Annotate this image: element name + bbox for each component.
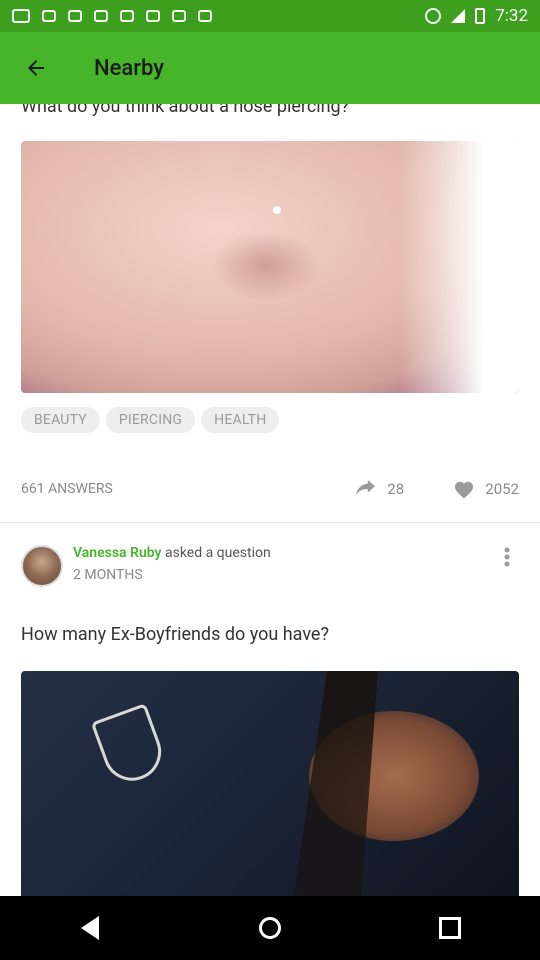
heart-icon	[455, 481, 474, 499]
post-header: Vanessa Ruby asked a question 2 MONTHS	[21, 545, 519, 591]
home-circle-icon	[259, 917, 281, 939]
nav-home-button[interactable]	[238, 896, 302, 960]
avatar[interactable]	[21, 545, 63, 587]
author-action: asked a question	[161, 545, 271, 561]
like-action[interactable]: 2052	[453, 479, 519, 499]
page-title: Nearby	[94, 55, 165, 81]
tag-piercing[interactable]: PIERCING	[105, 407, 196, 433]
tag-health[interactable]: HEALTH	[201, 407, 280, 433]
question-image[interactable]	[21, 141, 519, 393]
back-button[interactable]	[0, 32, 72, 104]
more-options-button[interactable]	[495, 545, 519, 569]
shirt-logo	[90, 703, 170, 789]
notification-icon	[94, 10, 108, 22]
notification-icon	[68, 10, 82, 22]
question-title[interactable]: What do you think about a nose piercing?	[21, 104, 349, 117]
author-name[interactable]: Vanessa Ruby	[73, 545, 162, 561]
feed[interactable]: What do you think about a nose piercing?…	[0, 104, 540, 896]
nav-back-button[interactable]	[58, 896, 122, 960]
share-icon	[356, 480, 376, 496]
notification-icon	[172, 10, 186, 22]
tag-list: BEAUTY PIERCING HEALTH	[21, 407, 280, 433]
post-stats: 661 ANSWERS 28 2052	[21, 476, 519, 502]
status-time: 7:32	[495, 6, 528, 26]
back-triangle-icon	[81, 916, 99, 940]
notification-icon	[198, 10, 212, 22]
status-bar: 7:32	[0, 0, 540, 32]
nav-recents-button[interactable]	[418, 896, 482, 960]
arrow-left-icon	[28, 60, 44, 76]
notification-icon	[42, 10, 56, 22]
notification-icon	[12, 9, 30, 23]
signal-icon	[451, 9, 466, 23]
share-action[interactable]: 28	[355, 480, 445, 498]
question-image[interactable]	[21, 671, 519, 896]
author-block: Vanessa Ruby asked a question 2 MONTHS	[73, 545, 271, 583]
more-vert-icon	[504, 547, 510, 567]
tag-beauty[interactable]: BEAUTY	[21, 407, 100, 433]
question-title[interactable]: How many Ex-Boyfriends do you have?	[21, 624, 329, 645]
system-nav-bar	[0, 896, 540, 960]
recents-square-icon	[439, 917, 461, 939]
post-time: 2 MONTHS	[73, 567, 143, 583]
like-count: 2052	[485, 480, 519, 498]
battery-icon	[475, 8, 486, 24]
app-bar: Nearby	[0, 32, 540, 104]
share-count: 28	[387, 480, 405, 498]
divider	[0, 522, 540, 523]
status-notifications	[12, 9, 212, 23]
notification-icon	[120, 10, 134, 22]
author-line: Vanessa Ruby asked a question	[73, 545, 271, 561]
answers-count[interactable]: 661 ANSWERS	[21, 481, 113, 497]
image-detail	[211, 231, 321, 301]
image-detail	[273, 206, 281, 214]
notification-icon	[146, 10, 160, 22]
vibrate-icon	[425, 8, 442, 24]
